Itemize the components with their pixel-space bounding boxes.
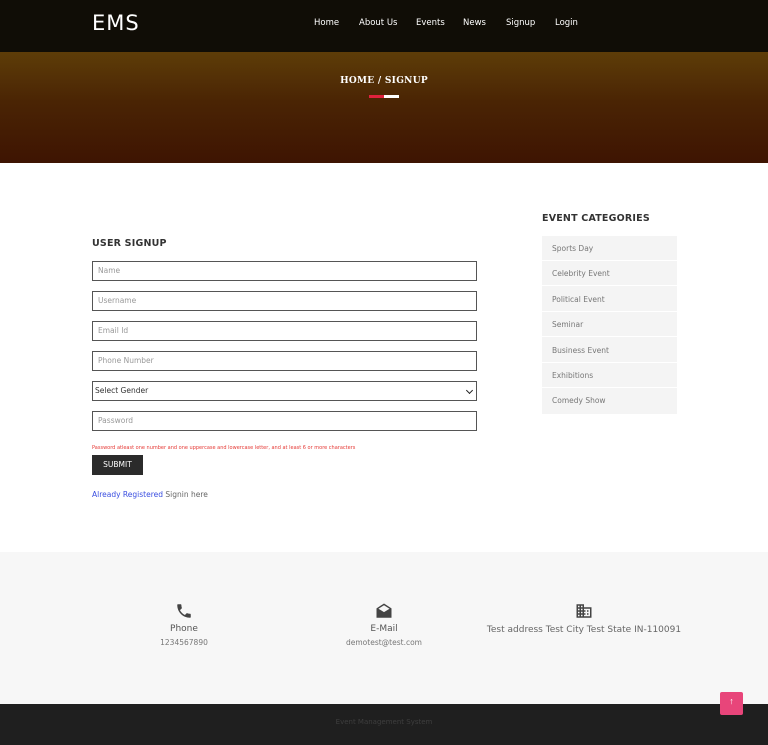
category-political-event[interactable]: Political Event — [542, 287, 677, 312]
nav-events[interactable]: Events — [416, 18, 445, 28]
scroll-to-top-button[interactable]: ↑ — [720, 692, 743, 715]
gender-select-value: Select Gender — [95, 386, 149, 395]
categories-list: Sports Day Celebrity Event Political Eve… — [542, 236, 677, 414]
category-comedy-show[interactable]: Comedy Show — [542, 388, 677, 413]
submit-button[interactable]: SUBMIT — [92, 455, 143, 475]
top-navbar: EMS Home About Us Events News Signup Log… — [0, 0, 768, 52]
category-celebrity-event[interactable]: Celebrity Event — [542, 261, 677, 287]
envelope-open-icon — [376, 603, 392, 618]
divider-white — [384, 95, 399, 98]
nav-signup[interactable]: Signup — [506, 18, 535, 28]
category-seminar[interactable]: Seminar — [542, 312, 677, 338]
gender-select[interactable]: Select Gender — [92, 381, 477, 401]
phone-value: 1234567890 — [160, 638, 208, 647]
category-business-event[interactable]: Business Event — [542, 338, 677, 363]
email-input[interactable]: Email Id — [92, 321, 477, 341]
already-registered-link[interactable]: Already Registered — [92, 490, 163, 499]
divider-red — [369, 95, 384, 98]
contact-email: E-Mail demotest@test.com — [284, 602, 484, 647]
nav-login[interactable]: Login — [555, 18, 578, 28]
nav-about-us[interactable]: About Us — [359, 18, 397, 28]
chevron-down-icon — [465, 386, 474, 395]
breadcrumb-divider — [369, 95, 399, 98]
address-value: Test address Test City Test State IN-110… — [486, 625, 682, 635]
username-input[interactable]: Username — [92, 291, 477, 311]
building-icon — [576, 604, 592, 618]
email-label: E-Mail — [370, 624, 398, 634]
contact-section: Phone 1234567890 E-Mail demotest@test.co… — [0, 552, 768, 704]
form-title: USER SIGNUP — [92, 238, 167, 249]
password-hint: Password atleast one number and one uppe… — [92, 445, 356, 451]
phone-icon — [177, 604, 191, 618]
signin-here-text: Signin here — [165, 490, 208, 499]
password-input[interactable]: Password — [92, 411, 477, 431]
footer-text: Event Management System — [335, 718, 433, 726]
signin-line: Already Registered Signin here — [92, 490, 208, 499]
breadcrumb: HOME / SIGNUP — [340, 76, 428, 86]
nav-news[interactable]: News — [463, 18, 486, 28]
category-sports-day[interactable]: Sports Day — [542, 236, 677, 261]
main-nav: Home About Us Events News Signup Login — [0, 18, 768, 32]
contact-phone: Phone 1234567890 — [84, 602, 284, 647]
nav-home[interactable]: Home — [314, 18, 339, 28]
page-banner: HOME / SIGNUP — [0, 52, 768, 163]
phone-label: Phone — [170, 624, 198, 634]
arrow-up-icon: ↑ — [729, 696, 734, 706]
category-exhibitions[interactable]: Exhibitions — [542, 363, 677, 388]
phone-input[interactable]: Phone Number — [92, 351, 477, 371]
name-input[interactable]: Name — [92, 261, 477, 281]
categories-title: EVENT CATEGORIES — [542, 213, 650, 224]
contact-address: Test address Test City Test State IN-110… — [484, 602, 684, 635]
footer: Event Management System — [0, 704, 768, 745]
email-value: demotest@test.com — [346, 638, 422, 647]
